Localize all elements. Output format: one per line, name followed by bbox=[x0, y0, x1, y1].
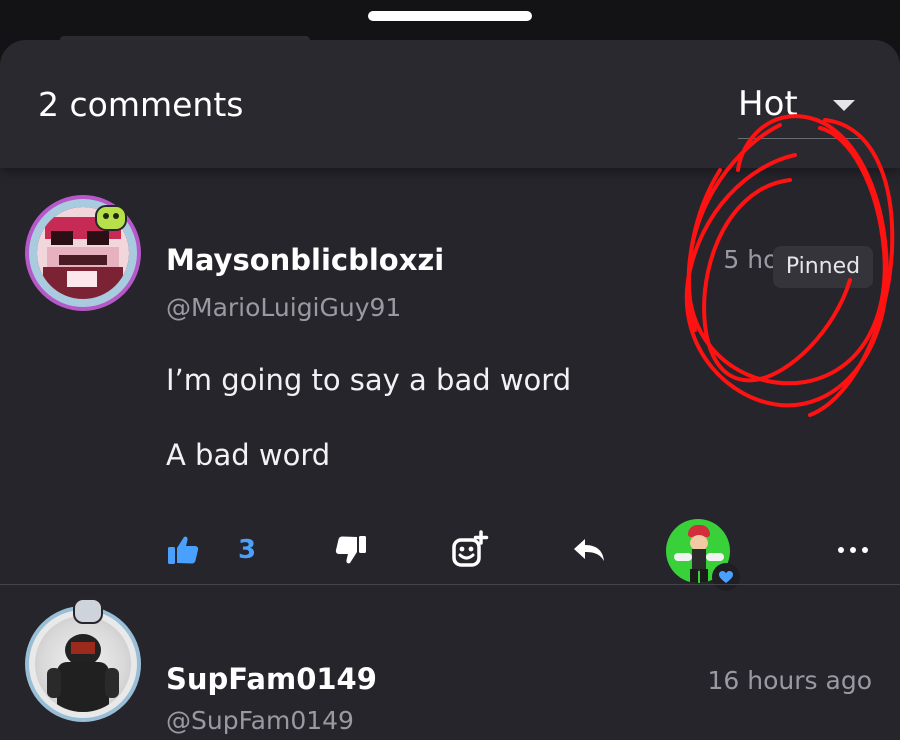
like-button[interactable] bbox=[160, 525, 206, 575]
sort-selected: Hot bbox=[738, 84, 798, 124]
comment-author[interactable]: Maysonblicbloxzi bbox=[166, 243, 444, 277]
avatar-badge-icon bbox=[73, 598, 103, 624]
like-count: 3 bbox=[238, 535, 257, 565]
comment-count: 2 comments bbox=[38, 85, 244, 124]
chevron-down-icon bbox=[833, 100, 855, 111]
comment-divider bbox=[0, 584, 900, 585]
comment-author[interactable]: SupFam0149 bbox=[166, 662, 377, 696]
comment-text-line: I’m going to say a bad word bbox=[166, 363, 572, 397]
avatar-badge-icon bbox=[95, 205, 127, 231]
avatar[interactable] bbox=[25, 195, 141, 311]
comment-item: Maysonblicbloxzi @MarioLuigiGuy91 5 hour… bbox=[0, 175, 900, 591]
sort-dropdown[interactable]: Hot bbox=[738, 82, 862, 139]
avatar-image bbox=[35, 616, 131, 712]
more-icon bbox=[838, 547, 868, 553]
thumbs-up-icon bbox=[168, 536, 199, 564]
comments-sheet: 2 comments Hot Maysonblicbloxzi @MarioLu… bbox=[0, 40, 900, 740]
sheet-drag-handle[interactable] bbox=[368, 11, 532, 21]
avatar[interactable] bbox=[25, 598, 141, 722]
comment-handle[interactable]: @SupFam0149 bbox=[166, 706, 354, 735]
comment-text-line: A bad word bbox=[166, 438, 331, 472]
add-reaction-icon bbox=[452, 530, 489, 567]
more-options-button[interactable] bbox=[830, 525, 876, 575]
pinned-badge: Pinned bbox=[773, 246, 873, 288]
heart-icon bbox=[712, 563, 740, 591]
dislike-button[interactable] bbox=[328, 525, 374, 575]
reply-button[interactable] bbox=[566, 525, 612, 575]
comment-handle[interactable]: @MarioLuigiGuy91 bbox=[166, 293, 401, 322]
reply-icon bbox=[574, 539, 604, 561]
comment-timestamp: 16 hours ago bbox=[707, 666, 872, 695]
thumbs-down-icon bbox=[335, 536, 366, 564]
comment-item: SupFam0149 @SupFam0149 16 hours ago bbox=[0, 588, 900, 740]
add-reaction-button[interactable] bbox=[444, 525, 494, 575]
comments-header: 2 comments Hot bbox=[0, 40, 900, 168]
